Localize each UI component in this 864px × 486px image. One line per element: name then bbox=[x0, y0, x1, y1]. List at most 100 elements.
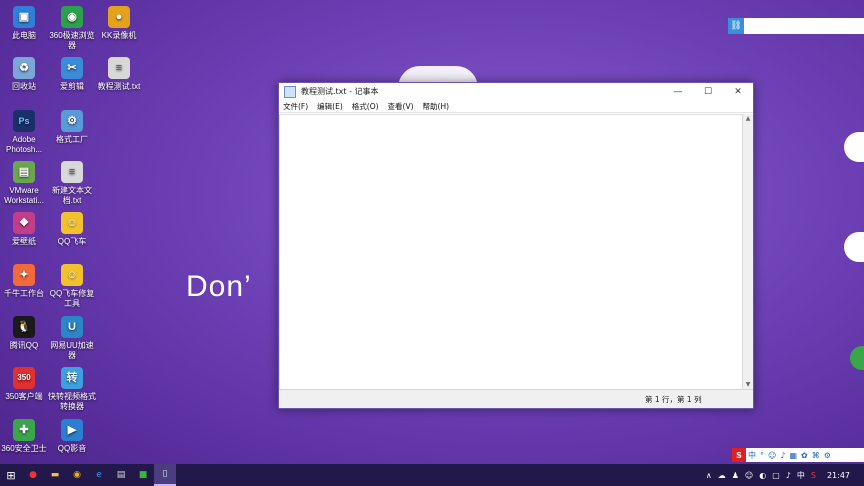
text-editor-area[interactable] bbox=[279, 114, 743, 390]
desktop-icon-360-browser[interactable]: ◉ 360极速浏览器 bbox=[48, 6, 96, 51]
computer-icon: ▣ bbox=[13, 6, 35, 28]
edge-ball-green[interactable] bbox=[850, 346, 864, 370]
desktop-icon-format-factory[interactable]: ⚙ 格式工厂 bbox=[48, 110, 96, 145]
menu-help[interactable]: 帮助(H) bbox=[423, 101, 450, 112]
desktop-icon-tencent-qq[interactable]: 🐧 腾讯QQ bbox=[0, 316, 48, 351]
tray-volume-icon[interactable]: ♪ bbox=[786, 471, 791, 480]
notepad-icon: ▯ bbox=[162, 469, 168, 479]
taskbar-app-chrome[interactable]: ◉ bbox=[66, 464, 88, 486]
menu-view[interactable]: 查看(V) bbox=[388, 101, 414, 112]
play-icon: ▶ bbox=[61, 419, 83, 441]
desktop-icon-uu-accelerator[interactable]: U 网易UU加速器 bbox=[48, 316, 96, 361]
vmware-icon: ▤ bbox=[13, 161, 35, 183]
desktop-icon-label: 此电脑 bbox=[12, 31, 36, 40]
desktop-icon-label: 快转视频格式转换器 bbox=[48, 392, 96, 411]
store-icon: ▤ bbox=[116, 470, 126, 480]
desktop-icon-new-text-doc[interactable]: ≡ 新建文本文档.txt bbox=[48, 161, 96, 206]
desktop-icon-recycle-bin[interactable]: ♻ 回收站 bbox=[0, 57, 48, 92]
taskbar-app-green[interactable]: ■ bbox=[132, 464, 154, 486]
menu-file[interactable]: 文件(F) bbox=[283, 101, 308, 112]
taskbar-app-edge[interactable]: e bbox=[88, 464, 110, 486]
desktop-icon-qq-speed[interactable]: ☺ QQ飞车 bbox=[48, 212, 96, 247]
taskbar-clock[interactable]: 21:47 bbox=[827, 471, 850, 480]
minimize-button[interactable]: — bbox=[663, 83, 693, 100]
recorder-icon: ● bbox=[29, 470, 37, 480]
desktop-icon-video-editor[interactable]: ✂ 爱剪辑 bbox=[48, 57, 96, 92]
ime-punctuation-icon[interactable]: ° bbox=[760, 451, 764, 460]
tray-qq-icon[interactable]: ☺ bbox=[745, 471, 753, 480]
menu-format[interactable]: 格式(O) bbox=[352, 101, 379, 112]
folder-icon: ▬ bbox=[50, 470, 60, 480]
desktop-icon-label: 千牛工作台 bbox=[4, 289, 44, 298]
desktop-icon-label: 格式工厂 bbox=[56, 135, 88, 144]
recorder-icon: ● bbox=[108, 6, 130, 28]
notepad-window[interactable]: 教程测试.txt - 记事本 — ☐ ✕ 文件(F) 编辑(E) 格式(O) 查… bbox=[278, 82, 754, 409]
ime-emoji-icon[interactable]: ☺ bbox=[768, 451, 776, 460]
desktop-icon-photoshop[interactable]: Ps Adobe Photosh... bbox=[0, 110, 48, 155]
desktop-icon-qq-player[interactable]: ▶ QQ影音 bbox=[48, 419, 96, 454]
desktop-icon-label: KK录像机 bbox=[101, 31, 137, 40]
tray-input-method[interactable]: 中 bbox=[797, 470, 805, 481]
tray-cloud-icon[interactable]: ☁ bbox=[718, 471, 726, 480]
desktop-icon-label: 网易UU加速器 bbox=[50, 341, 94, 360]
desktop-icon-label: 360极速浏览器 bbox=[49, 31, 95, 50]
desktop-icon-video-converter[interactable]: 转 快转视频格式转换器 bbox=[48, 367, 96, 412]
desktop-icon-label: VMware Workstati... bbox=[4, 186, 44, 205]
desktop-icon-kk-recorder[interactable]: ● KK录像机 bbox=[95, 6, 143, 41]
link-icon: ⛓ bbox=[728, 18, 744, 34]
photoshop-icon: Ps bbox=[13, 110, 35, 132]
start-button[interactable]: ⊞ bbox=[0, 464, 22, 486]
tray-game-icon[interactable]: ♟ bbox=[732, 471, 739, 480]
ime-keyboard-icon[interactable]: ▦ bbox=[789, 451, 797, 460]
taskbar-app-notepad[interactable]: ▯ bbox=[154, 464, 176, 486]
penguin-icon: 🐧 bbox=[13, 316, 35, 338]
edge-ball-top[interactable] bbox=[844, 132, 864, 162]
desktop-icon-vmware[interactable]: ▤ VMware Workstati... bbox=[0, 161, 48, 206]
close-button[interactable]: ✕ bbox=[723, 83, 753, 100]
taskbar-app-explorer[interactable]: ▬ bbox=[44, 464, 66, 486]
vertical-scrollbar[interactable]: ▲ ▼ bbox=[743, 114, 753, 390]
menu-bar: 文件(F) 编辑(E) 格式(O) 查看(V) 帮助(H) bbox=[279, 100, 753, 113]
ime-voice-icon[interactable]: ♪ bbox=[780, 451, 785, 460]
floating-toolbar-widget[interactable]: ⛓ bbox=[728, 18, 864, 34]
tray-security-icon[interactable]: ◐ bbox=[759, 471, 766, 480]
recycle-bin-icon: ♻ bbox=[13, 57, 35, 79]
desktop-icon-this-pc[interactable]: ▣ 此电脑 bbox=[0, 6, 48, 41]
tray-network-icon[interactable]: ▢ bbox=[772, 471, 780, 480]
scroll-up-icon[interactable]: ▲ bbox=[743, 114, 753, 124]
desktop-icon-label: 350客户端 bbox=[5, 392, 43, 401]
title-bar[interactable]: 教程测试.txt - 记事本 — ☐ ✕ bbox=[279, 83, 753, 100]
desktop-icon-label: 360安全卫士 bbox=[1, 444, 47, 453]
taskbar-app-recorder[interactable]: ● bbox=[22, 464, 44, 486]
sogou-logo-icon[interactable]: S bbox=[732, 448, 746, 462]
ime-toolbar[interactable]: S 中 ° ☺ ♪ ▦ ✿ ⌘ ⚙ bbox=[732, 448, 864, 462]
ime-skin-icon[interactable]: ✿ bbox=[801, 451, 808, 460]
desktop-icon-360-safe[interactable]: ✚ 360安全卫士 bbox=[0, 419, 48, 454]
menu-edit[interactable]: 编辑(E) bbox=[317, 101, 343, 112]
desktop-icon-350-client[interactable]: 350 350客户端 bbox=[0, 367, 48, 402]
desktop-icon-label: 爱剪辑 bbox=[60, 82, 84, 91]
wallpaper-app-icon: ❖ bbox=[13, 212, 35, 234]
desktop-icon-label: Adobe Photosh... bbox=[5, 135, 43, 154]
desktop-icon-qianniu[interactable]: ✦ 千牛工作台 bbox=[0, 264, 48, 299]
ime-mode-chinese[interactable]: 中 bbox=[748, 450, 756, 461]
ime-toolbox-icon[interactable]: ⌘ bbox=[812, 451, 820, 460]
desktop-icon-wallpaper-app[interactable]: ❖ 爱壁纸 bbox=[0, 212, 48, 247]
client-350-icon: 350 bbox=[13, 367, 35, 389]
system-tray: ∧ ☁ ♟ ☺ ◐ ▢ ♪ 中 S 21:47 bbox=[703, 464, 864, 486]
desktop-icon-qq-speed-repair[interactable]: ☺ QQ飞车修复工具 bbox=[48, 264, 96, 309]
tray-expand-icon[interactable]: ∧ bbox=[706, 471, 712, 480]
ime-settings-icon[interactable]: ⚙ bbox=[824, 451, 831, 460]
notepad-icon bbox=[284, 85, 296, 98]
desktop-icon-label: QQ飞车 bbox=[57, 237, 87, 246]
qianniu-icon: ✦ bbox=[13, 264, 35, 286]
maximize-button[interactable]: ☐ bbox=[693, 83, 723, 100]
status-bar: 第 1 行，第 1 列 bbox=[279, 389, 753, 408]
edge-icon: e bbox=[96, 470, 102, 480]
taskbar-app-store[interactable]: ▤ bbox=[110, 464, 132, 486]
tray-sogou-icon[interactable]: S bbox=[811, 471, 816, 480]
desktop-icon-tutorial-txt[interactable]: ≡ 教程测试.txt bbox=[95, 57, 143, 92]
converter-icon: 转 bbox=[61, 367, 83, 389]
chrome-icon: ◉ bbox=[73, 470, 81, 480]
edge-ball-middle[interactable] bbox=[844, 232, 864, 262]
